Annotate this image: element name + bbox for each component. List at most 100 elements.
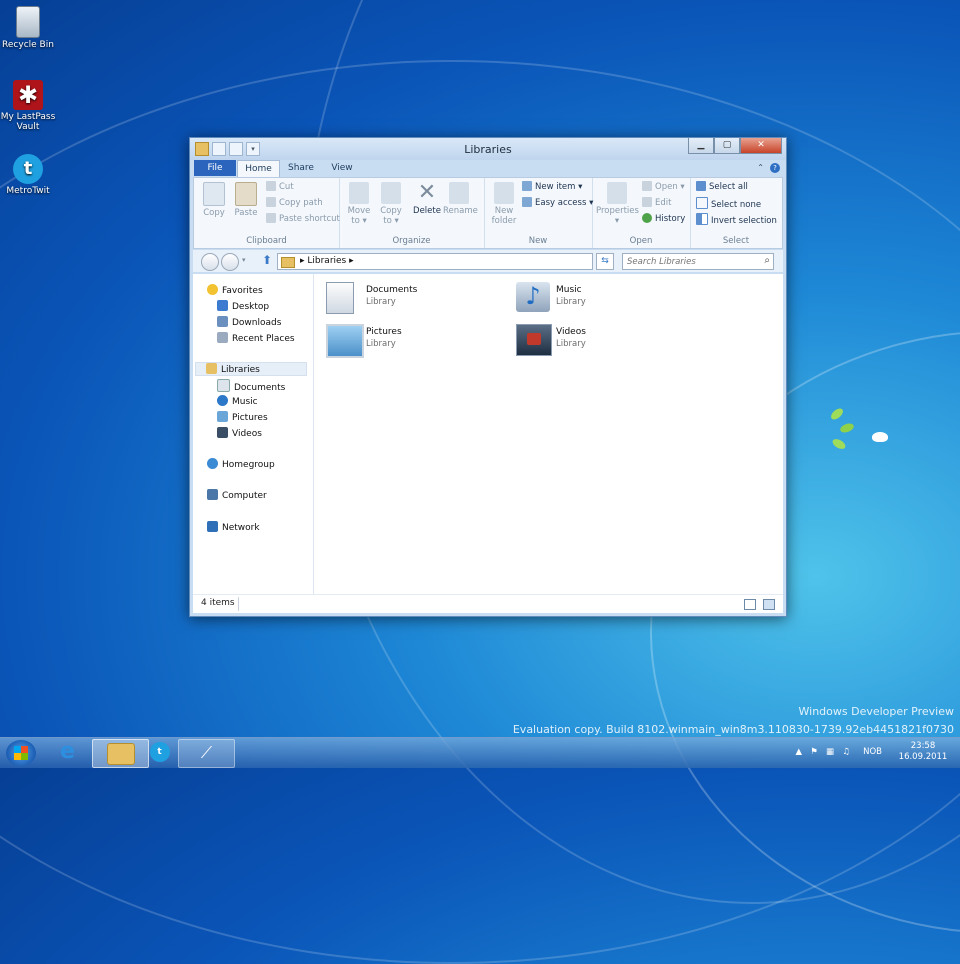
nav-computer[interactable]: Computer [207,489,267,503]
network-icon [207,521,218,532]
nav-recent-places[interactable]: Recent Places [217,332,295,346]
invert-selection-icon [696,213,708,225]
help-icon[interactable]: ? [770,163,780,173]
up-arrow-icon[interactable]: ⬆ [262,254,272,266]
recycle-bin-icon [16,6,40,38]
forward-button[interactable] [221,253,239,271]
computer-icon [207,489,218,500]
library-item-documents[interactable]: Documents Library [326,280,496,314]
nav-documents[interactable]: Documents [217,379,285,393]
volume-icon[interactable]: ♫ [842,747,850,757]
tab-view[interactable]: View [326,160,358,176]
network-tray-icon[interactable]: ▦ [826,747,834,757]
close-button[interactable]: ✕ [740,138,782,154]
copy-to-icon [381,182,401,204]
tab-share[interactable]: Share [284,160,318,176]
videos-icon [217,427,228,438]
navigation-pane: Favorites Desktop Downloads Recent Place… [193,274,314,594]
group-clipboard: Copy Paste Cut Copy path Paste shortcut … [194,178,340,248]
copy-to-button[interactable]: Copy to ▾ [375,182,407,226]
library-item-pictures[interactable]: Pictures Library [326,322,496,358]
details-view-icon[interactable] [744,599,756,610]
search-input[interactable] [623,254,756,269]
paste-button[interactable]: Paste [230,182,262,218]
select-none-button[interactable]: Select none [696,197,761,210]
taskbar-app[interactable]: ⟋ [178,739,235,768]
large-icons-view-icon[interactable] [763,599,775,610]
ribbon: Copy Paste Cut Copy path Paste shortcut … [193,177,783,249]
item-count: 4 items [201,598,235,608]
show-hidden-icons-icon[interactable]: ▲ [795,747,802,757]
documents-icon [217,379,230,392]
clock-time: 23:58 [910,741,936,751]
copy-button[interactable]: Copy [198,182,230,218]
easy-access-button[interactable]: Easy access ▾ [522,197,593,210]
paste-shortcut-button[interactable]: Paste shortcut [266,213,340,226]
nav-pictures[interactable]: Pictures [217,411,268,425]
action-center-icon[interactable]: ⚑ [810,747,818,757]
desktop-icon-lastpass[interactable]: ✱ My LastPass Vault [0,80,60,132]
search-icon[interactable]: ⌕ [764,255,770,266]
address-row: ▾ ⬆ ▸ Libraries ▸ ⇆ ⌕ [193,250,783,272]
input-language[interactable]: NOB [863,747,882,757]
open-button[interactable]: Open ▾ [642,181,685,194]
desktop-icon-recycle-bin[interactable]: Recycle Bin [0,6,60,50]
invert-selection-button[interactable]: Invert selection [696,213,777,226]
edit-button[interactable]: Edit [642,197,671,210]
nav-network[interactable]: Network [207,521,260,535]
videos-library-icon [516,324,552,356]
move-to-icon [349,182,369,204]
start-button[interactable] [6,740,36,766]
history-button[interactable]: History [642,213,685,226]
maximize-button[interactable]: ▢ [714,138,740,154]
select-all-button[interactable]: Select all [696,181,748,194]
group-select: Select all Select none Invert selection … [690,178,782,248]
group-label-organize: Organize [392,236,431,246]
recent-locations-icon[interactable]: ▾ [242,256,246,264]
tab-home[interactable]: Home [237,160,280,177]
window-controls: ▁ ▢ ✕ [688,138,782,154]
paste-icon [235,182,257,206]
cut-button[interactable]: Cut [266,181,294,194]
copy-path-button[interactable]: Copy path [266,197,323,210]
taskbar-internet-explorer[interactable]: e [40,739,95,766]
properties-button[interactable]: Properties ▾ [596,182,639,226]
tab-file[interactable]: File [194,160,236,176]
group-label-select: Select [722,236,750,246]
library-item-music[interactable]: ♪ Music Library [516,280,686,314]
title-bar[interactable]: ▾ Libraries ▁ ▢ ✕ [190,138,786,160]
address-bar[interactable]: ▸ Libraries ▸ [277,253,593,270]
new-folder-button[interactable]: New folder [488,182,520,226]
new-item-icon [522,181,532,191]
rename-button[interactable]: Rename [443,182,478,216]
back-button[interactable] [201,253,219,271]
pictures-library-icon [326,324,364,358]
nav-favorites[interactable]: Favorites [207,284,263,298]
nav-libraries[interactable]: Libraries [195,362,307,376]
group-label-open: Open [629,236,653,246]
minimize-button[interactable]: ▁ [688,138,714,154]
nav-desktop[interactable]: Desktop [217,300,269,314]
move-to-button[interactable]: Move to ▾ [343,182,375,226]
select-all-icon [696,181,706,191]
internet-explorer-icon: e [60,739,75,764]
minimize-ribbon-icon[interactable]: ⌃ [757,163,764,173]
watermark-line2: Evaluation copy. Build 8102.winmain_win8… [512,723,954,736]
breadcrumb[interactable]: ▸ Libraries ▸ [300,256,354,266]
homegroup-icon [207,458,218,469]
delete-button[interactable]: ✕ Delete [411,182,443,217]
group-label-clipboard: Clipboard [246,236,287,246]
new-item-button[interactable]: New item ▾ [522,181,582,194]
refresh-button[interactable]: ⇆ [596,253,614,270]
rename-icon [449,182,469,204]
edit-icon [642,197,652,207]
nav-music[interactable]: Music [217,395,258,409]
search-box: ⌕ [622,253,774,270]
nav-downloads[interactable]: Downloads [217,316,281,330]
clock[interactable]: 23:58 16.09.2011 [898,741,948,763]
library-item-videos[interactable]: Videos Library [516,322,686,356]
nav-videos[interactable]: Videos [217,427,262,441]
desktop-icon-label: Recycle Bin [2,40,54,50]
nav-homegroup[interactable]: Homegroup [207,458,275,472]
desktop-icon-metrotwit[interactable]: t MetroTwit [0,154,60,196]
